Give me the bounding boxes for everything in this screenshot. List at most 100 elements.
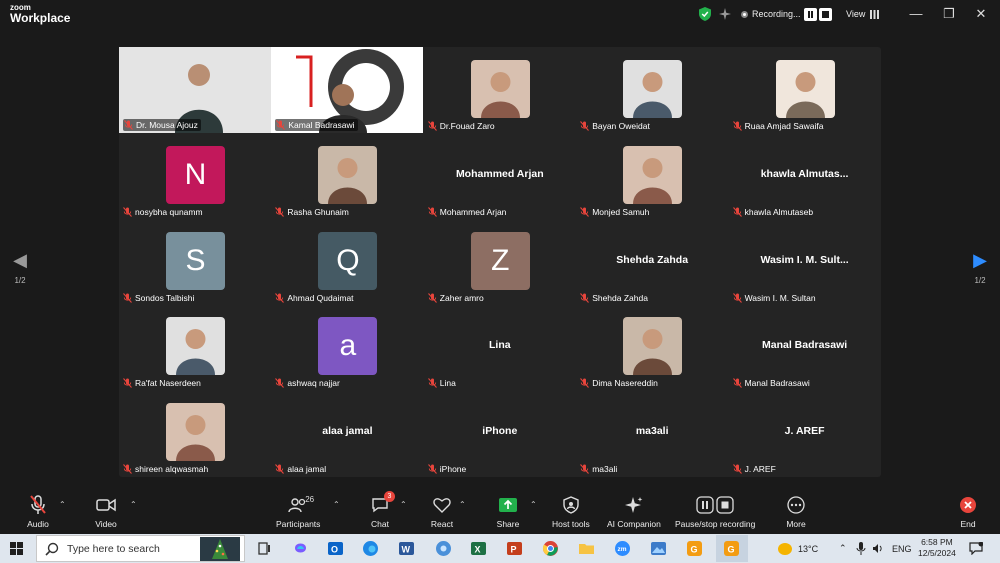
participant-tile[interactable]: iPhone iPhone bbox=[424, 390, 576, 476]
weather-widget[interactable]: 13°C bbox=[778, 534, 818, 563]
participant-tile[interactable]: a ashwaq najjar bbox=[271, 304, 423, 390]
language-indicator[interactable]: ENG bbox=[892, 534, 912, 563]
mic-muted-icon bbox=[427, 378, 437, 389]
participant-tile[interactable]: Z Zaher amro bbox=[424, 219, 576, 305]
participants-options-caret-icon[interactable]: ⌃ bbox=[333, 500, 340, 509]
copilot-icon[interactable] bbox=[292, 540, 309, 557]
app-orange-active-icon[interactable]: G bbox=[723, 540, 740, 557]
react-options-caret-icon[interactable]: ⌃ bbox=[459, 500, 466, 509]
next-page-button[interactable]: ▶ 1/2 bbox=[967, 250, 993, 285]
mic-muted-icon bbox=[580, 206, 590, 217]
minimize-button[interactable]: — bbox=[908, 6, 924, 22]
participant-tile[interactable]: Dr.Fouad Zaro bbox=[424, 47, 576, 133]
file-explorer-icon[interactable] bbox=[578, 540, 595, 557]
svg-text:P: P bbox=[511, 545, 517, 555]
participant-tile[interactable]: Dima Nasereddin bbox=[576, 304, 728, 390]
chrome-icon[interactable] bbox=[542, 540, 559, 557]
encryption-shield-icon[interactable] bbox=[699, 7, 711, 21]
task-view-icon[interactable] bbox=[256, 540, 273, 557]
chevron-right-icon: ▶ bbox=[973, 250, 987, 270]
participant-tile[interactable]: Nnosybha qunamm bbox=[119, 133, 271, 219]
participant-tile[interactable]: Monjed Samuh bbox=[576, 133, 728, 219]
tray-chevron-up-icon[interactable]: ⌃ bbox=[839, 534, 847, 563]
participant-tile[interactable]: khawla Almutas... khawla Almutaseb bbox=[729, 133, 881, 219]
ai-sparkle-icon[interactable] bbox=[719, 8, 731, 20]
share-label: Share bbox=[496, 519, 520, 529]
grid-view-icon[interactable] bbox=[870, 10, 879, 19]
app-orange-icon[interactable]: G bbox=[686, 540, 703, 557]
share-button[interactable]: Share bbox=[495, 494, 521, 529]
participant-tile[interactable]: S Sondos Talbishi bbox=[119, 219, 271, 305]
clock[interactable]: 6:58 PM 12/5/2024 bbox=[918, 537, 956, 559]
participant-tile[interactable]: Ra'fat Naserdeen bbox=[119, 304, 271, 390]
participant-tile[interactable]: J. AREF J. AREF bbox=[729, 390, 881, 476]
participant-name-label: J. AREF bbox=[732, 464, 776, 474]
mic-tray-icon[interactable] bbox=[856, 542, 866, 555]
view-button[interactable]: View bbox=[846, 9, 865, 19]
participant-tile[interactable]: Lina Lina bbox=[424, 304, 576, 390]
participants-button[interactable]: 26 Participants bbox=[276, 494, 320, 529]
video-options-caret-icon[interactable]: ⌃ bbox=[130, 500, 137, 509]
photos-icon[interactable] bbox=[435, 540, 452, 557]
participant-tile[interactable]: alaa jamal alaa jamal bbox=[271, 390, 423, 476]
participants-label: Participants bbox=[276, 519, 321, 529]
zoom-app-icon[interactable]: zm bbox=[614, 540, 631, 557]
participant-name-label: Dima Nasereddin bbox=[580, 378, 658, 388]
participant-tile[interactable]: Shehda Zahda Shehda Zahda bbox=[576, 219, 728, 305]
pause-recording-button[interactable] bbox=[804, 8, 817, 21]
avatar-initial: a bbox=[318, 317, 378, 376]
more-button[interactable]: More bbox=[783, 494, 809, 529]
avatar-photo bbox=[623, 145, 683, 204]
participant-tile[interactable]: Bayan Oweidat bbox=[576, 47, 728, 133]
pause-stop-recording-button[interactable]: Pause/stop recording bbox=[675, 494, 755, 529]
temperature-label: 13°C bbox=[798, 543, 819, 554]
share-options-caret-icon[interactable]: ⌃ bbox=[530, 500, 537, 509]
video-button[interactable]: Video bbox=[93, 494, 119, 529]
notifications-icon[interactable] bbox=[969, 542, 983, 555]
participant-tile[interactable]: Wasim I. M. Sult... Wasim I. M. Sultan bbox=[729, 219, 881, 305]
participant-display-name: alaa jamal bbox=[322, 425, 373, 438]
participant-display-name: Wasim I. M. Sult... bbox=[760, 253, 849, 266]
host-tools-button[interactable]: Host tools bbox=[552, 494, 590, 529]
previous-page-button[interactable]: ◀ 1/2 bbox=[7, 250, 33, 285]
audio-options-caret-icon[interactable]: ⌃ bbox=[59, 500, 66, 509]
chat-button[interactable]: 3 Chat bbox=[367, 491, 395, 529]
ai-companion-button[interactable]: AI Companion bbox=[607, 494, 661, 529]
powerpoint-icon[interactable]: P bbox=[506, 540, 523, 557]
pause-stop-label: Pause/stop recording bbox=[675, 519, 756, 529]
participant-tile[interactable]: Dr. Mousa Ajouz bbox=[119, 47, 271, 133]
edge-browser-icon[interactable] bbox=[362, 540, 379, 557]
participant-tile[interactable]: Kamal Badrasawi bbox=[271, 47, 424, 133]
excel-icon[interactable]: X bbox=[470, 540, 487, 557]
react-label: React bbox=[430, 519, 454, 529]
svg-text:O: O bbox=[331, 545, 338, 555]
audio-button[interactable]: Audio bbox=[25, 494, 51, 529]
participant-tile[interactable]: Manal Badrasawi Manal Badrasawi bbox=[729, 304, 881, 390]
recording-indicator-icon bbox=[741, 11, 748, 18]
participant-name: ma3ali bbox=[592, 464, 618, 475]
participants-icon: 26 bbox=[285, 494, 314, 516]
participant-tile[interactable]: Ruaa Amjad Sawaifa bbox=[729, 47, 881, 133]
participant-tile[interactable]: ma3ali ma3ali bbox=[576, 390, 728, 476]
restore-button[interactable]: ❐ bbox=[941, 6, 957, 22]
avatar-photo bbox=[318, 145, 378, 204]
taskbar-search[interactable]: Type here to search bbox=[36, 535, 245, 562]
word-icon[interactable]: W bbox=[398, 540, 415, 557]
image-viewer-icon[interactable] bbox=[650, 540, 667, 557]
avatar-photo bbox=[166, 403, 225, 462]
chat-options-caret-icon[interactable]: ⌃ bbox=[400, 500, 407, 509]
participant-tile[interactable]: Rasha Ghunaim bbox=[271, 133, 423, 219]
ai-companion-icon bbox=[621, 494, 647, 516]
speaker-icon[interactable] bbox=[872, 543, 884, 554]
react-button[interactable]: React bbox=[429, 494, 455, 529]
stop-recording-button[interactable] bbox=[819, 8, 832, 21]
windows-start-icon[interactable] bbox=[10, 542, 23, 555]
participant-tile[interactable]: shireen alqwasmah bbox=[119, 390, 271, 476]
pause-stop-icon bbox=[695, 494, 735, 516]
participant-name: Kamal Badrasawi bbox=[288, 120, 355, 130]
close-window-button[interactable]: ✕ bbox=[973, 6, 989, 22]
participant-tile[interactable]: Q Ahmad Qudaimat bbox=[271, 219, 423, 305]
end-meeting-button[interactable]: End bbox=[955, 494, 981, 529]
participant-tile[interactable]: Mohammed Arjan Mohammed Arjan bbox=[424, 133, 576, 219]
outlook-icon[interactable]: O bbox=[327, 540, 344, 557]
